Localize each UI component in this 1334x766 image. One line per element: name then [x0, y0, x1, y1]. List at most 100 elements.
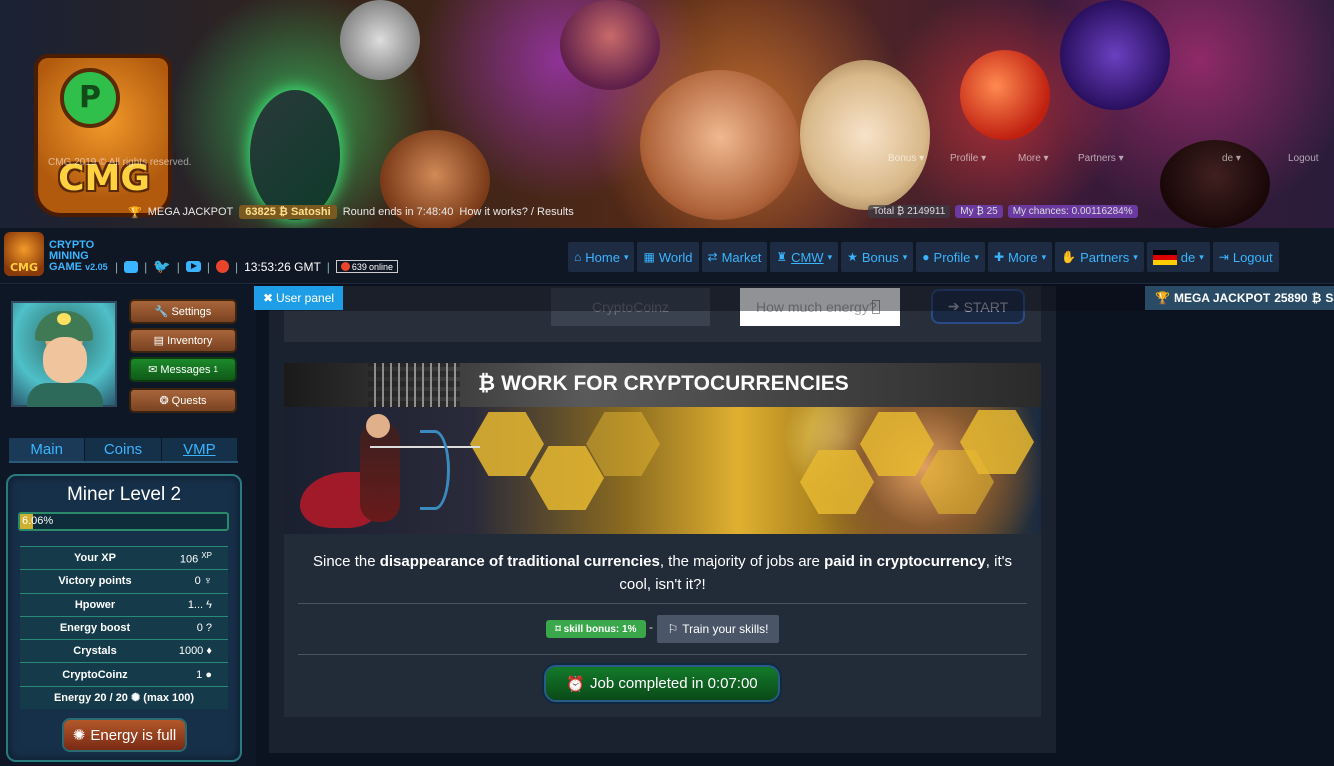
- online-label: online: [368, 261, 393, 272]
- caret-down-icon: ▾: [827, 251, 833, 262]
- settings-button[interactable]: 🔧 Settings: [131, 301, 235, 322]
- nav-home[interactable]: ⌂ Home ▾: [568, 242, 635, 272]
- server-time: 13:53:26 GMT: [244, 259, 321, 274]
- nav-partners[interactable]: ✋ Partners ▾: [1055, 242, 1144, 272]
- bitcoin-icon: ₿: [478, 372, 496, 395]
- jackpot-my: My ₿ 25: [955, 205, 1003, 218]
- plus-icon: ✚: [993, 250, 1004, 264]
- avatar-lamp: [57, 313, 71, 325]
- inventory-icon: ▤: [153, 335, 165, 347]
- version-label: v2.05: [85, 262, 108, 272]
- exchange-icon: ⇄: [707, 250, 718, 264]
- banner-character-art: [1060, 0, 1170, 110]
- banner-skull-art: [340, 0, 420, 80]
- bow-shape: [420, 430, 450, 510]
- stat-row: Energy boost 0 ?: [20, 615, 228, 640]
- nav-bonus[interactable]: ★ Bonus ▾: [841, 242, 914, 272]
- archer-character: [300, 412, 480, 532]
- sidebar-tabs: Main Coins VMP: [9, 438, 238, 463]
- faded-menu-item: Profile ▾: [950, 153, 987, 164]
- caret-down-icon: ▾: [1199, 251, 1204, 262]
- nav-logout[interactable]: ⇥ Logout: [1212, 242, 1279, 272]
- star-icon: ★: [847, 250, 858, 264]
- how-it-works-link[interactable]: How it works? / Results: [459, 206, 573, 218]
- faded-menu-item: More ▾: [1018, 153, 1049, 164]
- banner-character-art: [800, 60, 930, 210]
- stat-row: Hpower 1... ϟ: [20, 592, 228, 616]
- twitter-icon[interactable]: 🐦: [153, 258, 170, 275]
- separator: |: [206, 259, 210, 274]
- user-panel-toggle[interactable]: ✖ User panel: [254, 286, 343, 310]
- stat-row: Crystals 1000 ♦: [20, 639, 228, 663]
- faded-menu-item: Logout: [1288, 153, 1319, 164]
- nav-language[interactable]: de ▾: [1146, 242, 1210, 272]
- inventory-button[interactable]: ▤ Inventory: [131, 330, 235, 351]
- nav-market[interactable]: ⇄ Market: [701, 242, 768, 272]
- xp-progress-bar: 6.06%: [18, 512, 229, 531]
- jackpot-strip: 🏆 MEGA JACKPOT 63825 ₿ Satoshi Round end…: [128, 205, 574, 219]
- bolt-icon: ϟ: [206, 598, 212, 611]
- nav-profile[interactable]: ● Profile ▾: [916, 242, 985, 272]
- banner-ninja-art: [1160, 140, 1270, 228]
- brand-logo-text: CMG: [9, 261, 39, 274]
- tab-main[interactable]: Main: [9, 438, 86, 461]
- messages-button[interactable]: ✉ Messages 1: [131, 359, 235, 380]
- trophy-icon: 🏆: [1155, 291, 1170, 305]
- tag-icon: ⌑: [555, 623, 561, 635]
- game-banner: P CMG CMG 2019 © All rights reserved. Bo…: [0, 0, 1334, 228]
- caret-down-icon: ▾: [623, 251, 629, 262]
- faded-menu-item: Partners ▾: [1078, 153, 1124, 164]
- mega-jackpot-tab[interactable]: 🏆 MEGA JACKPOT 25890 ₿ Sat.: [1145, 286, 1334, 310]
- nav-more[interactable]: ✚ More ▾: [987, 242, 1053, 272]
- patreon-icon[interactable]: [215, 260, 229, 273]
- online-counter: 639 online: [335, 260, 398, 273]
- caret-down-icon: ▾: [1133, 251, 1138, 262]
- clock-icon: ⏰: [566, 675, 586, 693]
- brand-title[interactable]: CRYPTO MINING GAME v2.05: [49, 240, 108, 273]
- envelope-icon: ✉: [148, 364, 158, 376]
- youtube-icon[interactable]: [185, 261, 201, 272]
- right-column: [1056, 310, 1334, 766]
- cmw-icon: ♜: [776, 250, 788, 264]
- crystal-icon: ♦: [206, 645, 212, 658]
- divider: [298, 654, 1027, 655]
- energy-row: Energy 20 / 20 ✺ (max 100): [20, 685, 228, 710]
- quests-button[interactable]: ❂ Quests: [131, 390, 235, 411]
- jackpot-stats: Total ₿ 2149911 My ₿ 25 My chances: 0.00…: [868, 205, 1138, 218]
- banner-safe-art: [250, 90, 340, 220]
- miner-level: Miner Level 2: [66, 484, 182, 505]
- avatar-face: [43, 337, 87, 383]
- handshake-icon: ✋: [1061, 250, 1077, 264]
- brand-logo[interactable]: CMG: [4, 232, 44, 276]
- nav-world[interactable]: ▦ World: [637, 242, 699, 272]
- map-icon: ▦: [643, 250, 655, 264]
- energy-full-button[interactable]: ✺ Energy is full: [64, 720, 185, 750]
- faded-menu-item: Bonus ▾: [888, 153, 925, 164]
- tab-vmp[interactable]: VMP: [161, 438, 238, 461]
- separator: -: [649, 620, 653, 634]
- caret-down-icon: ▾: [902, 251, 908, 262]
- user-icon: ●: [922, 250, 930, 264]
- quest-icon: ❂: [159, 395, 169, 407]
- banner-character-art: [960, 50, 1050, 140]
- train-skills-button[interactable]: ⚐ Train your skills!: [657, 615, 779, 643]
- mega-jackpot-value: 25890: [1274, 291, 1308, 305]
- nav-cmw[interactable]: ♜ CMW ▾: [770, 242, 839, 272]
- separator: |: [234, 259, 239, 274]
- discord-icon[interactable]: [124, 260, 139, 273]
- work-description: Since the disappearance of traditional c…: [313, 553, 1012, 593]
- caret-down-icon: ▾: [974, 251, 979, 262]
- messages-count: 1: [213, 365, 218, 374]
- player-avatar[interactable]: [11, 301, 117, 407]
- social-links: | | 🐦 | | | 13:53:26 GMT | 639 online: [115, 258, 398, 275]
- online-count: 639: [351, 261, 367, 272]
- victory-icon: ♆: [203, 575, 212, 588]
- trophy-icon: 🏆: [128, 206, 142, 219]
- stat-row: Your XP 106 XP: [20, 546, 228, 570]
- tab-coins[interactable]: Coins: [85, 438, 162, 461]
- divider: [298, 603, 1027, 604]
- energy-icon: ✺: [131, 692, 141, 705]
- job-completed-button[interactable]: ⏰ Job completed in 0:07:00: [546, 667, 778, 700]
- question-icon[interactable]: ?: [206, 622, 212, 634]
- separator: |: [144, 259, 148, 274]
